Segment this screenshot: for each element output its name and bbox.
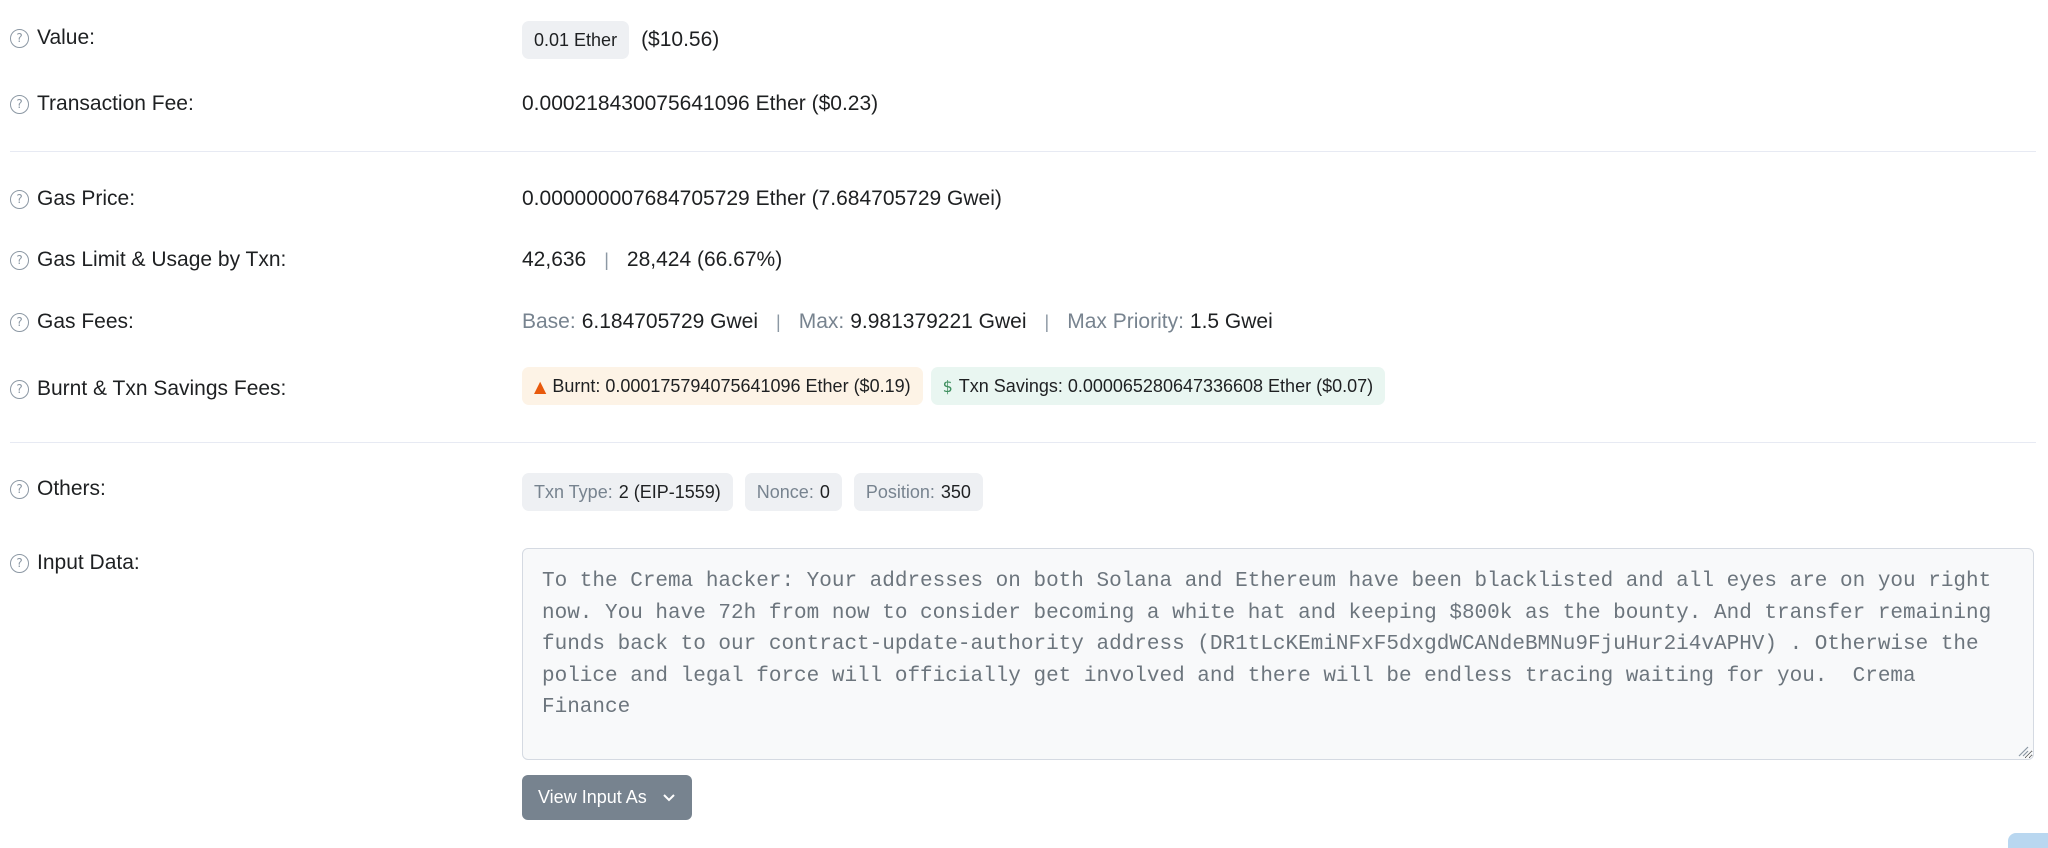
burnt-savings-label-group: ? Burnt & Txn Savings Fees: (10, 377, 286, 401)
fire-icon: ▲ (534, 376, 547, 396)
burnt-savings-value: ▲ Burnt: 0.000175794075641096 Ether ($0.… (522, 367, 1386, 405)
money-wings-icon: $ (942, 376, 953, 396)
question-circle-icon[interactable]: ? (10, 28, 29, 48)
gas-limit-amount: 42,636 (522, 248, 587, 271)
gas-limit-label: Gas Limit & Usage by Txn: (37, 248, 287, 271)
view-input-as-button[interactable]: View Input As (522, 775, 692, 820)
gas-limit-label-group: ? Gas Limit & Usage by Txn: (10, 248, 286, 272)
question-circle-icon[interactable]: ? (10, 379, 29, 399)
burnt-badge: ▲ Burnt: 0.000175794075641096 Ether ($0.… (522, 367, 923, 405)
divider (10, 151, 2036, 152)
value-amount-badge: 0.01 Ether (522, 21, 630, 59)
savings-badge: $ Txn Savings: 0.000065280647336608 Ethe… (930, 367, 1386, 405)
resize-grip-icon[interactable] (2017, 745, 2029, 757)
gas-fees-value: Base: 6.184705729 Gwei | Max: 9.98137922… (522, 310, 1273, 334)
gas-usage-amount: 28,424 (66.67%) (626, 248, 783, 271)
savings-text: Txn Savings: 0.000065280647336608 Ether … (958, 375, 1374, 396)
transaction-fee-value: 0.000218430075641096 Ether ($0.23) (522, 92, 879, 115)
base-fee-label: Base: (522, 310, 576, 333)
base-fee-value: 6.184705729 Gwei (581, 310, 759, 333)
max-priority-value: 1.5 Gwei (1189, 310, 1273, 333)
txn-type-value: 2 (EIP-1559) (618, 481, 721, 502)
gas-price-label: Gas Price: (37, 187, 136, 210)
chevron-down-icon (663, 790, 675, 806)
value-field: 0.01 Ether ($10.56) (522, 21, 719, 59)
back-to-top-button[interactable] (2008, 833, 2048, 848)
divider (10, 442, 2036, 443)
gas-limit-value: 42,636 | 28,424 (66.67%) (522, 248, 782, 272)
question-circle-icon[interactable]: ? (10, 479, 29, 499)
question-circle-icon[interactable]: ? (10, 312, 29, 332)
max-fee-label: Max: (798, 310, 845, 333)
transaction-fee-label-group: ? Transaction Fee: (10, 92, 194, 116)
question-circle-icon[interactable]: ? (10, 250, 29, 270)
max-fee-value: 9.981379221 Gwei (850, 310, 1027, 333)
question-circle-icon[interactable]: ? (10, 553, 29, 573)
nonce-badge: Nonce: 0 (744, 473, 842, 511)
question-circle-icon[interactable]: ? (10, 189, 29, 209)
txn-type-label: Txn Type: (534, 481, 613, 502)
gas-price-label-group: ? Gas Price: (10, 187, 135, 211)
input-data-label-group: ? Input Data: (10, 551, 140, 575)
question-circle-icon[interactable]: ? (10, 94, 29, 114)
txn-type-badge: Txn Type: 2 (EIP-1559) (522, 473, 733, 511)
burnt-savings-label: Burnt & Txn Savings Fees: (37, 377, 287, 400)
others-label-group: ? Others: (10, 477, 106, 501)
separator: | (1044, 311, 1050, 332)
separator: | (776, 311, 781, 332)
gas-price-value: 0.000000007684705729 Ether (7.684705729 … (522, 187, 1002, 210)
value-label-group: ? Value: (10, 26, 95, 50)
separator: | (604, 249, 609, 270)
burnt-text: Burnt: 0.000175794075641096 Ether ($0.19… (552, 375, 911, 396)
position-value: 350 (940, 481, 971, 502)
transaction-details: ? Value: 0.01 Ether ($10.56) ? Transacti… (0, 0, 2048, 848)
nonce-label: Nonce: (756, 481, 814, 502)
gas-fees-label: Gas Fees: (37, 310, 134, 333)
position-badge: Position: 350 (853, 473, 983, 511)
nonce-value: 0 (819, 481, 830, 502)
others-label: Others: (37, 477, 106, 500)
value-usd: ($10.56) (641, 28, 720, 51)
max-priority-label: Max Priority: (1067, 310, 1184, 333)
gas-fees-label-group: ? Gas Fees: (10, 310, 134, 334)
input-data-label: Input Data: (37, 551, 140, 574)
view-input-as-label: View Input As (538, 787, 647, 807)
value-label: Value: (37, 26, 95, 49)
others-value: Txn Type: 2 (EIP-1559) Nonce: 0 Position… (522, 473, 983, 511)
transaction-fee-label: Transaction Fee: (37, 92, 194, 115)
input-data-textarea[interactable]: To the Crema hacker: Your addresses on b… (522, 548, 2034, 760)
position-label: Position: (865, 481, 935, 502)
